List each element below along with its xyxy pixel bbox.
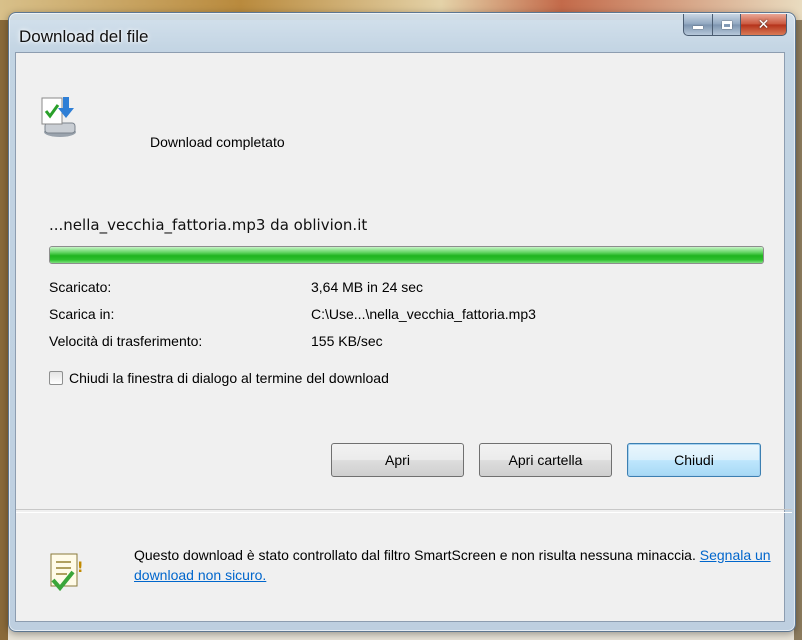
- minimize-button[interactable]: [683, 14, 713, 36]
- download-status: Download completato: [150, 134, 285, 150]
- detail-value: 155 KB/sec: [311, 333, 383, 349]
- minimize-icon: [693, 26, 703, 29]
- progress-fill: [50, 247, 763, 263]
- smartscreen-message: Questo download è stato controllato dal …: [134, 545, 774, 585]
- caption-buttons: ✕: [683, 14, 787, 38]
- close-on-complete-checkbox[interactable]: [49, 371, 63, 385]
- close-icon: ✕: [757, 16, 770, 33]
- svg-text:!: !: [77, 560, 83, 576]
- detail-label: Scarica in:: [49, 306, 115, 322]
- maximize-button[interactable]: [713, 14, 741, 36]
- title-bar[interactable]: Download del file ✕: [9, 13, 795, 53]
- window-title: Download del file: [19, 27, 149, 46]
- close-on-complete-label[interactable]: Chiudi la finestra di dialogo al termine…: [69, 370, 389, 386]
- open-button[interactable]: Apri: [331, 443, 464, 477]
- close-on-complete-option[interactable]: Chiudi la finestra di dialogo al termine…: [49, 370, 389, 386]
- detail-label: Velocità di trasferimento:: [49, 333, 203, 349]
- maximize-icon: [721, 20, 732, 29]
- download-complete-icon: [41, 97, 76, 137]
- detail-value: C:\Use...\nella_vecchia_fattoria.mp3: [311, 306, 536, 322]
- smartscreen-check-icon: !: [50, 553, 83, 592]
- open-folder-button[interactable]: Apri cartella: [479, 443, 612, 477]
- footer-separator: [16, 509, 792, 513]
- close-window-button[interactable]: ✕: [741, 14, 787, 36]
- file-source-label: ...nella_vecchia_fattoria.mp3 da oblivio…: [49, 216, 368, 234]
- smartscreen-text: Questo download è stato controllato dal …: [134, 547, 700, 563]
- download-progress-bar: [49, 246, 764, 264]
- detail-value: 3,64 MB in 24 sec: [311, 279, 424, 295]
- close-button[interactable]: Chiudi: [627, 443, 761, 477]
- detail-label: Scaricato:: [49, 279, 112, 295]
